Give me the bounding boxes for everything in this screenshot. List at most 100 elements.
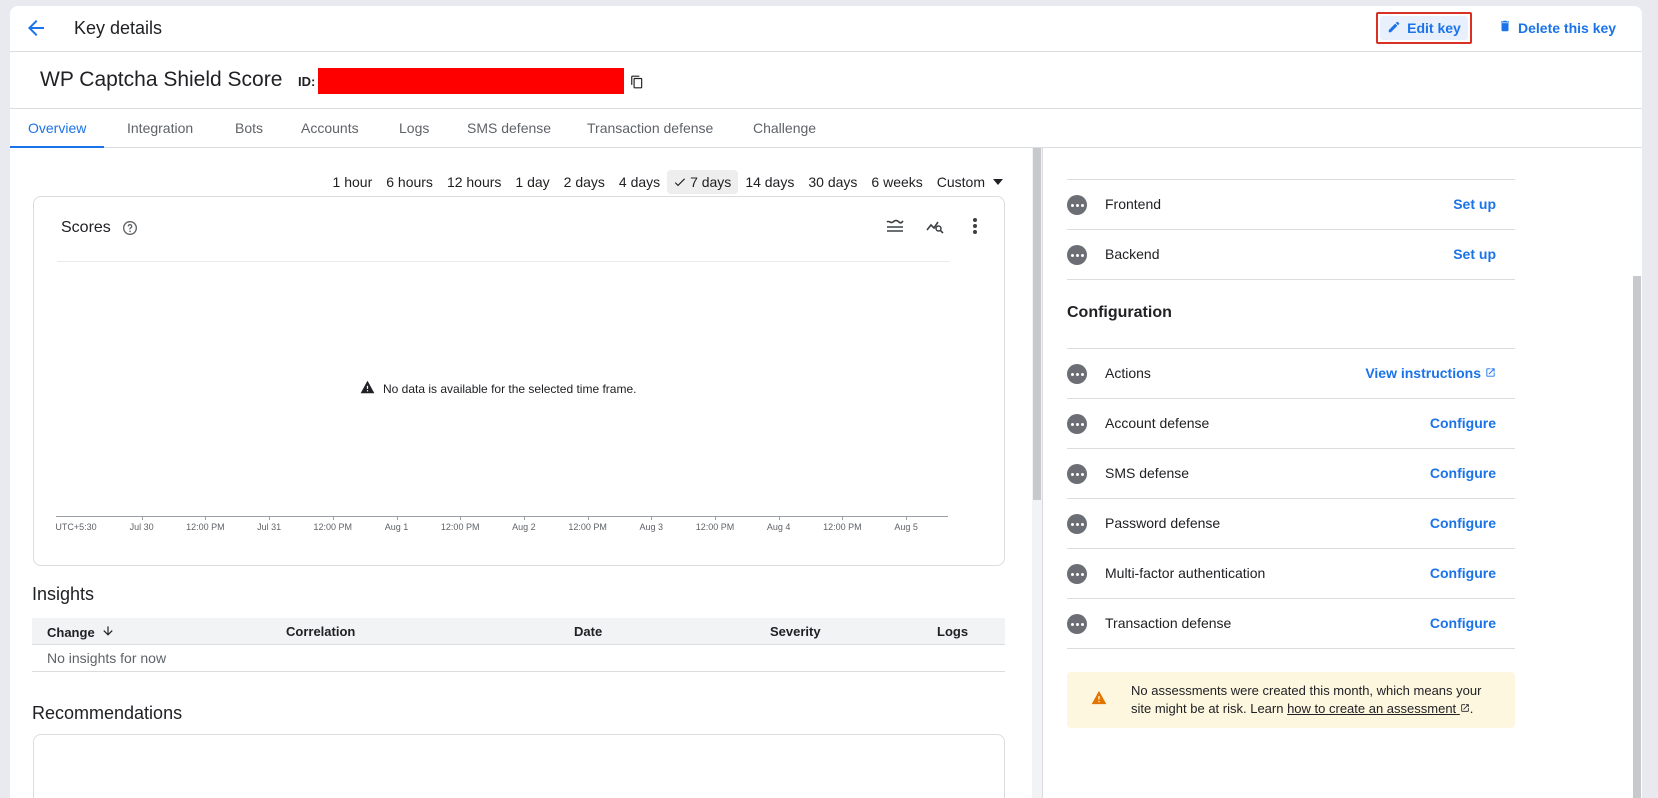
pending-status-icon xyxy=(1067,245,1087,265)
open-in-new-icon xyxy=(1485,365,1496,381)
x-axis-tick xyxy=(332,516,334,520)
x-axis-tick xyxy=(523,516,525,520)
frontend-setup-link[interactable]: Set up xyxy=(1453,196,1496,212)
overview-content: 1 hour 6 hours 12 hours 1 day 2 days 4 d… xyxy=(10,148,1040,798)
range-1-day[interactable]: 1 day xyxy=(508,170,556,194)
row-label: SMS defense xyxy=(1105,465,1190,481)
help-circle-icon[interactable] xyxy=(122,220,138,236)
tab-bots[interactable]: Bots xyxy=(217,110,281,148)
copy-icon[interactable] xyxy=(630,74,644,90)
edit-key-highlight: Edit key xyxy=(1376,12,1472,44)
configure-password-defense-link[interactable]: Configure xyxy=(1430,515,1496,531)
pending-status-icon xyxy=(1067,514,1087,534)
row-label: Actions xyxy=(1105,365,1151,381)
range-custom-dropdown[interactable]: Custom xyxy=(930,170,1010,194)
edit-key-button[interactable]: Edit key xyxy=(1380,16,1468,40)
x-axis-tick xyxy=(715,516,716,520)
range-1-hour[interactable]: 1 hour xyxy=(326,170,380,194)
no-data-message: No data is available for the selected ti… xyxy=(360,380,636,397)
warning-text: No assessments were created this month, … xyxy=(1131,682,1501,718)
x-axis-tick xyxy=(906,516,908,520)
right-scrollbar[interactable] xyxy=(1632,148,1642,798)
x-axis-tick-label: 12:00 PM xyxy=(695,522,735,532)
x-axis-tick-label: Jul 30 xyxy=(129,522,154,532)
tab-integration[interactable]: Integration xyxy=(109,110,211,148)
scores-toolbar xyxy=(886,217,984,235)
integration-row-frontend: Frontend Set up xyxy=(1067,180,1515,230)
range-6-hours[interactable]: 6 hours xyxy=(379,170,440,194)
right-scrollbar-thumb[interactable] xyxy=(1633,276,1641,798)
left-scrollbar[interactable] xyxy=(1032,148,1042,798)
tab-challenge[interactable]: Challenge xyxy=(735,110,834,148)
pending-status-icon xyxy=(1067,195,1087,215)
main-panel: Key details Edit key Delete this key WP … xyxy=(10,6,1642,798)
pencil-icon xyxy=(1387,20,1401,37)
tab-sms-defense[interactable]: SMS defense xyxy=(449,110,569,148)
scores-card: Scores No data is available for the sele… xyxy=(33,196,1005,566)
tab-accounts[interactable]: Accounts xyxy=(283,110,377,148)
tab-transaction-defense[interactable]: Transaction defense xyxy=(569,110,731,148)
key-id-label: ID: xyxy=(298,74,316,89)
configure-transaction-defense-link[interactable]: Configure xyxy=(1430,615,1496,631)
back-arrow-icon[interactable] xyxy=(24,16,48,40)
x-axis-tick-label: 12:00 PM xyxy=(440,522,480,532)
warning-text-end: . xyxy=(1469,701,1474,716)
view-instructions-link[interactable]: View instructions xyxy=(1365,365,1496,381)
explore-chart-icon[interactable] xyxy=(926,217,944,235)
x-axis-tick-label: Jul 31 xyxy=(257,522,282,532)
range-2-days[interactable]: 2 days xyxy=(557,170,612,194)
open-in-new-icon xyxy=(1456,701,1470,716)
row-label: Backend xyxy=(1105,246,1160,262)
x-axis-tick xyxy=(587,516,589,520)
create-assessment-link[interactable]: how to create an assessment xyxy=(1287,701,1470,716)
configure-account-defense-link[interactable]: Configure xyxy=(1430,415,1496,431)
x-axis-tick-label: UTC+5:30 xyxy=(55,522,97,532)
col-logs: Logs xyxy=(937,624,969,639)
configure-mfa-link[interactable]: Configure xyxy=(1430,565,1496,581)
range-7-days-label: 7 days xyxy=(690,174,732,190)
configuration-title: Configuration xyxy=(1067,304,1172,321)
key-name: WP Captcha Shield Score xyxy=(40,68,283,91)
x-axis-tick-label: Aug 2 xyxy=(512,522,536,532)
col-date: Date xyxy=(574,624,603,639)
scores-title: Scores xyxy=(61,219,111,236)
range-4-days[interactable]: 4 days xyxy=(612,170,667,194)
x-axis-tick xyxy=(269,516,271,520)
page-title: Key details xyxy=(74,18,163,38)
range-30-days[interactable]: 30 days xyxy=(801,170,864,194)
insights-title: Insights xyxy=(32,584,95,604)
x-axis-tick xyxy=(396,516,398,520)
range-12-hours[interactable]: 12 hours xyxy=(440,170,508,194)
backend-setup-link[interactable]: Set up xyxy=(1453,246,1496,262)
insights-empty-row: No insights for now xyxy=(32,645,1005,672)
range-7-days[interactable]: 7 days xyxy=(667,170,739,194)
caret-down-icon xyxy=(993,179,1003,185)
col-change[interactable]: Change xyxy=(47,624,115,641)
pending-status-icon xyxy=(1067,564,1087,584)
x-axis-tick-label: Aug 4 xyxy=(766,522,791,532)
configure-sms-defense-link[interactable]: Configure xyxy=(1430,465,1496,481)
pending-status-icon xyxy=(1067,364,1087,384)
insights-table-header: Change Correlation Date Severity Logs xyxy=(32,618,1005,645)
range-6-weeks[interactable]: 6 weeks xyxy=(864,170,929,194)
delete-key-button[interactable]: Delete this key xyxy=(1498,18,1616,37)
x-axis-line xyxy=(56,516,948,517)
pending-status-icon xyxy=(1067,614,1087,634)
range-custom-label: Custom xyxy=(936,174,985,190)
more-vert-icon[interactable] xyxy=(966,217,984,235)
col-change-label: Change xyxy=(47,625,95,640)
edit-key-label: Edit key xyxy=(1407,20,1461,36)
tab-overview[interactable]: Overview xyxy=(10,110,105,148)
pending-status-icon xyxy=(1067,464,1087,484)
legend-toggle-icon[interactable] xyxy=(886,217,904,235)
view-instructions-label: View instructions xyxy=(1365,365,1481,381)
range-14-days[interactable]: 14 days xyxy=(738,170,801,194)
x-axis-tick-label: 12:00 PM xyxy=(313,522,353,532)
x-axis-tick-label: Aug 1 xyxy=(384,522,409,532)
left-scrollbar-thumb[interactable] xyxy=(1033,148,1041,500)
tab-bar: Overview Integration Bots Accounts Logs … xyxy=(10,110,1642,148)
warning-icon xyxy=(360,380,375,397)
col-correlation: Correlation xyxy=(286,624,356,639)
tab-logs[interactable]: Logs xyxy=(381,110,447,148)
arrow-down-icon xyxy=(101,624,115,641)
